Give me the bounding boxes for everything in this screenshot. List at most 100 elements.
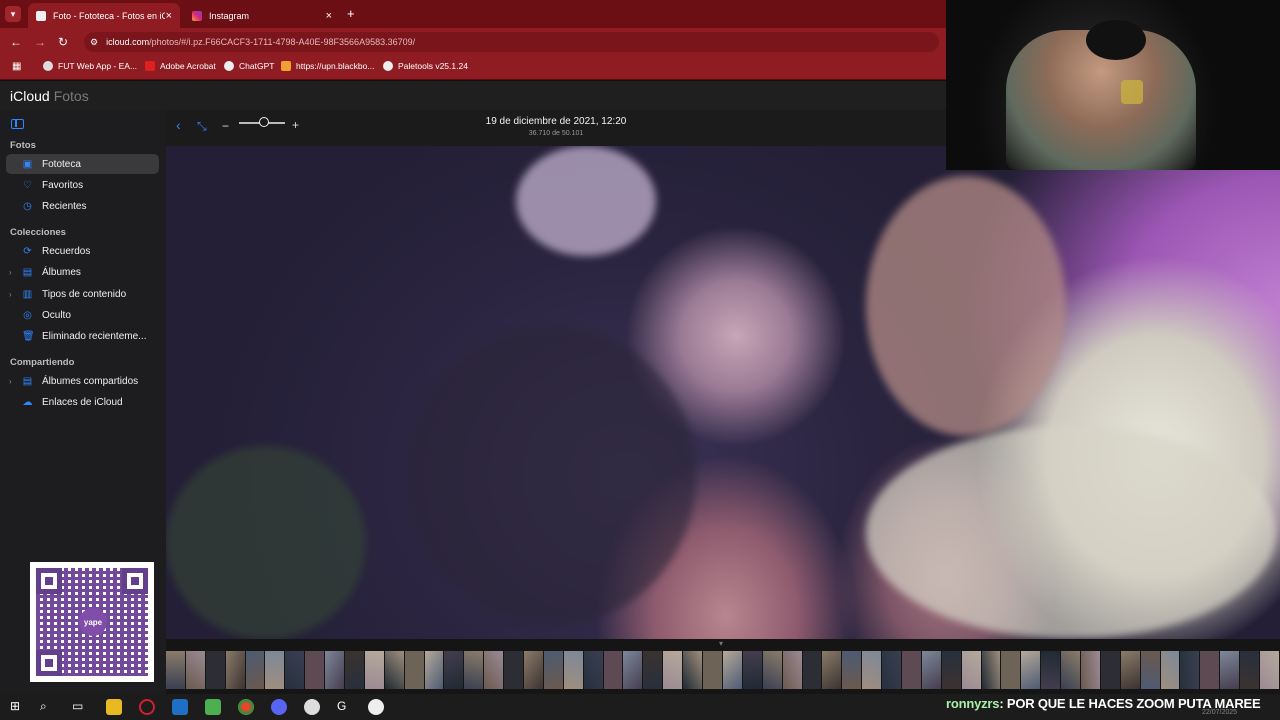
bookmark-adobe-acrobat[interactable]: Adobe Acrobat bbox=[145, 61, 216, 71]
bookmark-paletools[interactable]: Paletools v25.1.24 bbox=[383, 61, 468, 71]
filmstrip-thumbnail[interactable] bbox=[583, 651, 603, 689]
filmstrip-thumbnail[interactable] bbox=[364, 651, 384, 689]
filmstrip-thumbnail[interactable] bbox=[1259, 651, 1279, 689]
thumbnail-strip[interactable] bbox=[166, 651, 1280, 689]
back-arrow-icon[interactable]: ← bbox=[10, 35, 22, 49]
filmstrip-thumbnail[interactable] bbox=[384, 651, 404, 689]
filmstrip-thumbnail[interactable] bbox=[543, 651, 563, 689]
minecraft-icon[interactable] bbox=[205, 699, 221, 715]
filmstrip-thumbnail[interactable] bbox=[1100, 651, 1120, 689]
filmstrip-thumbnail[interactable] bbox=[802, 651, 822, 689]
filmstrip-thumbnail[interactable] bbox=[1001, 651, 1021, 689]
filmstrip-thumbnail[interactable] bbox=[1061, 651, 1080, 689]
sidebar-item-fototeca[interactable]: ▣ Fototeca bbox=[6, 154, 159, 174]
chevron-down-icon[interactable]: ▾ bbox=[719, 639, 723, 648]
outlook-icon[interactable] bbox=[172, 699, 188, 715]
filmstrip-thumbnail[interactable] bbox=[245, 651, 265, 689]
filmstrip-thumbnail[interactable] bbox=[961, 651, 981, 689]
filmstrip-thumbnail[interactable] bbox=[1160, 651, 1180, 689]
filmstrip-thumbnail[interactable] bbox=[305, 651, 325, 689]
filmstrip-thumbnail[interactable] bbox=[464, 651, 484, 689]
sidebar-item-eliminado[interactable]: 🗑 Eliminado recienteme... bbox=[6, 326, 159, 346]
new-tab-button[interactable]: + bbox=[347, 6, 355, 21]
icloud-logo[interactable]: iCloud Fotos bbox=[10, 88, 89, 104]
filmstrip-thumbnail[interactable] bbox=[722, 651, 742, 689]
filmstrip-thumbnail[interactable] bbox=[762, 651, 782, 689]
sidebar-item-tipos-de-contenido[interactable]: › ▥ Tipos de contenido bbox=[6, 284, 159, 304]
filmstrip-thumbnail[interactable] bbox=[623, 651, 643, 689]
filmstrip-thumbnail[interactable] bbox=[782, 651, 802, 689]
obs-icon[interactable] bbox=[304, 699, 320, 715]
sidebar-item-recuerdos[interactable]: ⟳ Recuerdos bbox=[6, 241, 159, 261]
filmstrip-thumbnail[interactable] bbox=[524, 651, 543, 689]
filmstrip-thumbnail[interactable] bbox=[703, 651, 722, 689]
tab-icloud-fotos[interactable]: Foto - Fototeca - Fotos en iClou × bbox=[28, 3, 180, 28]
filmstrip-thumbnail[interactable] bbox=[981, 651, 1001, 689]
filmstrip-thumbnail[interactable] bbox=[345, 651, 364, 689]
bookmark-upn-blackboard[interactable]: https://upn.blackbo... bbox=[281, 61, 374, 71]
close-tab-icon[interactable]: × bbox=[166, 10, 172, 22]
filmstrip-thumbnail[interactable] bbox=[504, 651, 524, 689]
bookmark-fut-web-app[interactable]: FUT Web App - EA... bbox=[43, 61, 137, 71]
filmstrip-thumbnail[interactable] bbox=[663, 651, 683, 689]
filmstrip-thumbnail[interactable] bbox=[643, 651, 663, 689]
sidebar-toggle-icon[interactable] bbox=[11, 119, 24, 129]
sidebar-item-albumes-compartidos[interactable]: › ▤ Álbumes compartidos bbox=[6, 371, 159, 391]
filmstrip-thumbnail[interactable] bbox=[603, 651, 623, 689]
filmstrip-thumbnail[interactable] bbox=[484, 651, 504, 689]
opera-icon[interactable] bbox=[139, 699, 155, 715]
filmstrip-thumbnail[interactable] bbox=[225, 651, 245, 689]
filmstrip-thumbnail[interactable] bbox=[166, 651, 185, 689]
filmstrip-thumbnail[interactable] bbox=[862, 651, 882, 689]
filmstrip-thumbnail[interactable] bbox=[842, 651, 862, 689]
reload-icon[interactable]: ↻ bbox=[58, 35, 68, 49]
filmstrip-thumbnail[interactable] bbox=[1200, 651, 1220, 689]
filmstrip-thumbnail[interactable] bbox=[901, 651, 921, 689]
filmstrip-thumbnail[interactable] bbox=[683, 651, 703, 689]
windows-start-icon[interactable]: ⊞ bbox=[10, 699, 26, 715]
filmstrip-thumbnail[interactable] bbox=[742, 651, 762, 689]
bookmark-chatgpt[interactable]: ChatGPT bbox=[224, 61, 274, 71]
filmstrip-thumbnail[interactable] bbox=[285, 651, 305, 689]
filmstrip-thumbnail[interactable] bbox=[941, 651, 961, 689]
filmstrip-thumbnail[interactable] bbox=[404, 651, 424, 689]
chrome-icon[interactable] bbox=[238, 699, 254, 715]
sidebar-item-recientes[interactable]: ◷ Recientes bbox=[6, 196, 159, 216]
chevron-right-icon[interactable]: › bbox=[9, 268, 12, 277]
tab-instagram[interactable]: Instagram × bbox=[184, 3, 340, 28]
filmstrip-thumbnail[interactable] bbox=[1240, 651, 1259, 689]
address-bar[interactable]: ⚙ icloud.com/photos/#/i.pz.F66CACF3-1711… bbox=[84, 32, 939, 52]
filmstrip-thumbnail[interactable] bbox=[265, 651, 285, 689]
search-icon[interactable]: ⌕ bbox=[40, 699, 56, 715]
media-player-icon[interactable] bbox=[368, 699, 384, 715]
filmstrip-thumbnail[interactable] bbox=[424, 651, 444, 689]
filmstrip-thumbnail[interactable] bbox=[1180, 651, 1200, 689]
filmstrip-thumbnail[interactable] bbox=[1041, 651, 1061, 689]
close-tab-icon[interactable]: × bbox=[326, 10, 332, 22]
sidebar-item-enlaces-icloud[interactable]: ☁ Enlaces de iCloud bbox=[6, 392, 159, 412]
filmstrip-thumbnail[interactable] bbox=[882, 651, 901, 689]
filmstrip-thumbnail[interactable] bbox=[563, 651, 583, 689]
task-view-icon[interactable]: ▭ bbox=[72, 699, 88, 715]
photo-image[interactable] bbox=[166, 146, 1280, 639]
filmstrip-thumbnail[interactable] bbox=[1080, 651, 1100, 689]
filmstrip-thumbnail[interactable] bbox=[822, 651, 842, 689]
sidebar-item-oculto[interactable]: ◎ Oculto bbox=[6, 305, 159, 325]
discord-icon[interactable] bbox=[271, 699, 287, 715]
forward-arrow-icon[interactable]: → bbox=[34, 35, 46, 49]
filmstrip-thumbnail[interactable] bbox=[444, 651, 464, 689]
filmstrip-thumbnail[interactable] bbox=[185, 651, 205, 689]
filmstrip-thumbnail[interactable] bbox=[325, 651, 345, 689]
filmstrip-thumbnail[interactable] bbox=[1220, 651, 1240, 689]
site-info-icon[interactable]: ⚙ bbox=[90, 37, 98, 48]
sidebar-item-favoritos[interactable]: ♡ Favoritos bbox=[6, 175, 159, 195]
filmstrip-thumbnail[interactable] bbox=[1021, 651, 1041, 689]
tab-list-chevron-icon[interactable]: ▾ bbox=[5, 6, 21, 22]
filmstrip-thumbnail[interactable] bbox=[205, 651, 225, 689]
sidebar-item-albumes[interactable]: › ▤ Álbumes bbox=[6, 262, 159, 282]
app-g-icon[interactable]: G bbox=[337, 699, 353, 715]
filmstrip-thumbnail[interactable] bbox=[921, 651, 941, 689]
filmstrip-thumbnail[interactable] bbox=[1120, 651, 1140, 689]
apps-grid-icon[interactable]: ▦ bbox=[12, 61, 21, 72]
chevron-right-icon[interactable]: › bbox=[9, 290, 12, 299]
